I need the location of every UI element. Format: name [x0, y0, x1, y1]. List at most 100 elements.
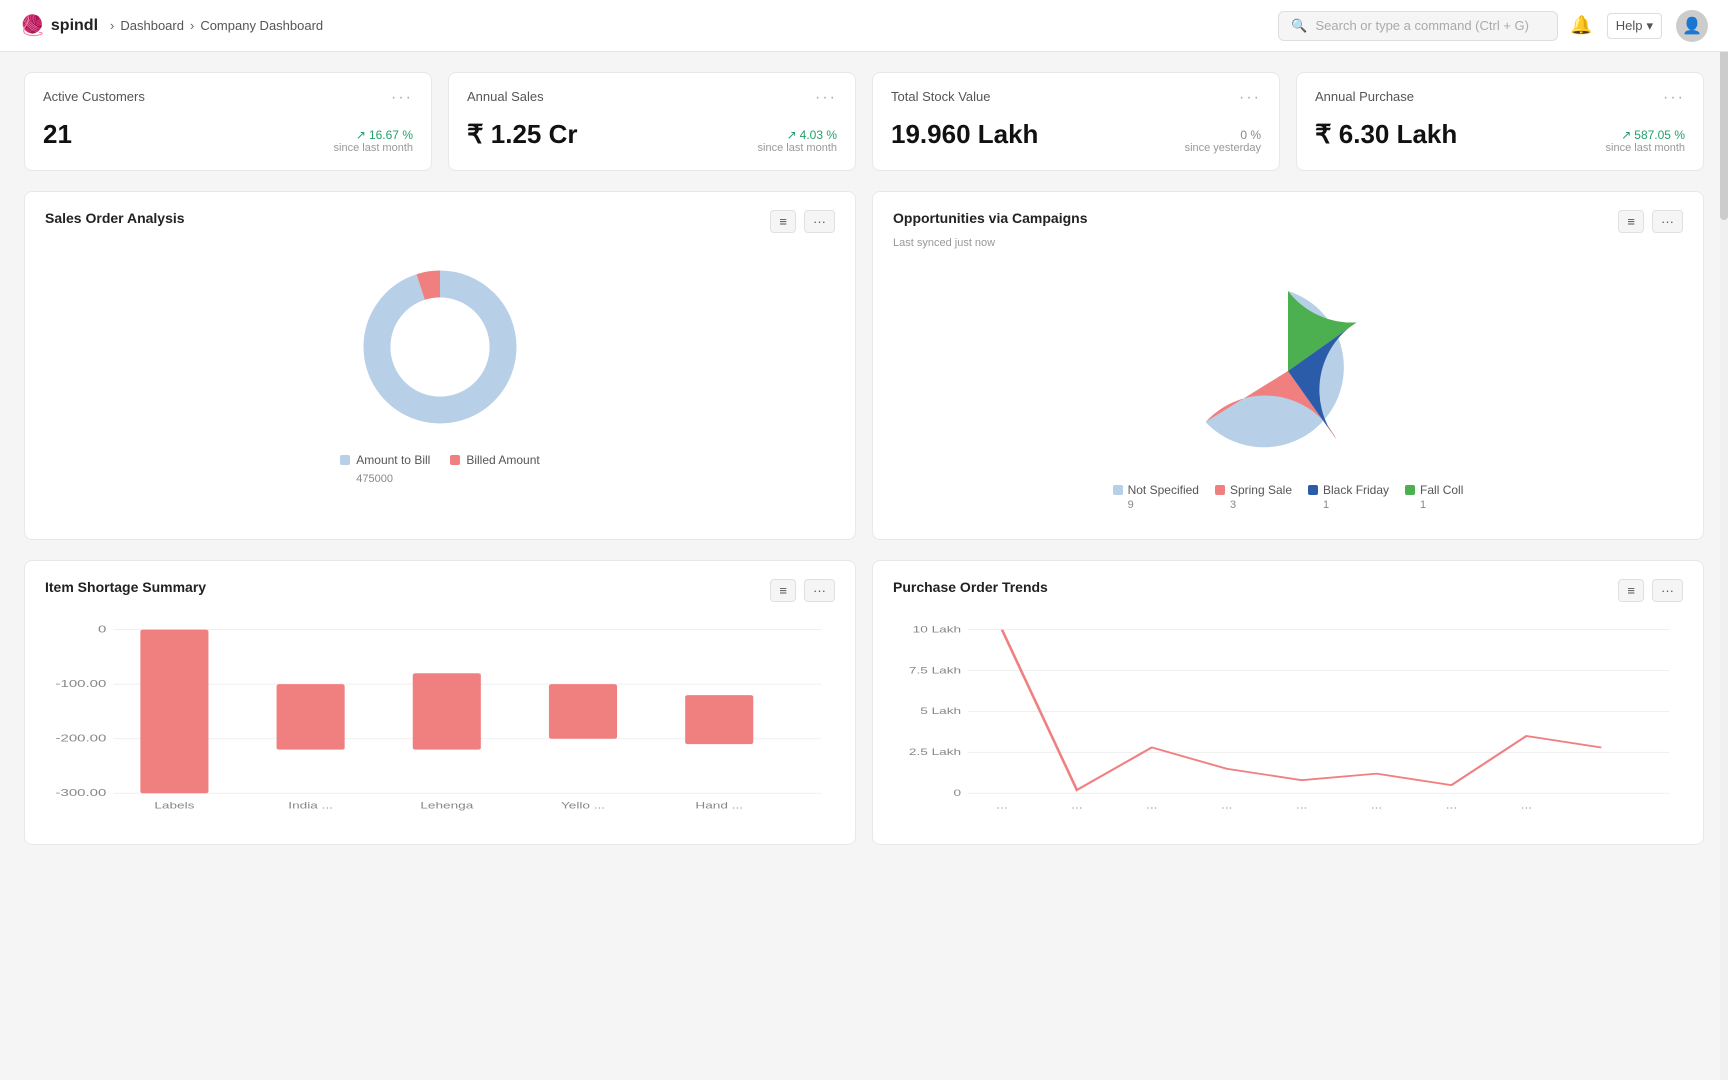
legend-value-amount: 475000	[356, 473, 393, 485]
search-bar[interactable]: 🔍 Search or type a command (Ctrl + G)	[1278, 11, 1558, 41]
svg-text:Hand ...: Hand ...	[695, 802, 743, 811]
svg-text:India ...: India ...	[288, 802, 333, 811]
more-button-shortage[interactable]: ···	[804, 579, 835, 602]
more-button-sales[interactable]: ···	[804, 210, 835, 233]
donut-legend: Amount to Bill 475000 Billed Amount	[340, 453, 539, 485]
kpi-menu-3[interactable]: ···	[1663, 89, 1685, 107]
more-button-purchase[interactable]: ···	[1652, 579, 1683, 602]
opps-chart-title: Opportunities via Campaigns	[893, 210, 1087, 226]
svg-text:...: ...	[1146, 802, 1157, 811]
svg-text:5 Lakh: 5 Lakh	[920, 707, 961, 716]
pie-legend-black-friday: Black Friday 1	[1308, 483, 1389, 511]
svg-text:2.5 Lakh: 2.5 Lakh	[909, 748, 961, 757]
kpi-title-1: Annual Sales	[467, 89, 544, 104]
kpi-change-1: ↗ 4.03 %	[787, 128, 837, 142]
svg-text:-100.00: -100.00	[56, 677, 107, 689]
notification-bell-icon[interactable]: 🔔	[1570, 15, 1592, 36]
help-label: Help	[1616, 18, 1643, 33]
brand-name: spindl	[51, 17, 98, 35]
legend-item-amount-to-bill: Amount to Bill 475000	[340, 453, 430, 485]
search-placeholder: Search or type a command (Ctrl + G)	[1315, 18, 1529, 33]
legend-item-billed-amount: Billed Amount	[450, 453, 539, 485]
opportunities-panel: Opportunities via Campaigns ≡ ··· Last s…	[872, 191, 1704, 540]
pie-chart-svg	[1188, 271, 1388, 471]
avatar[interactable]: 👤	[1676, 10, 1708, 42]
svg-text:...: ...	[1446, 802, 1457, 811]
pie-legend-fall-coll: Fall Coll 1	[1405, 483, 1463, 511]
filter-button-opps[interactable]: ≡	[1618, 210, 1644, 233]
kpi-value-3: ₹ 6.30 Lakh	[1315, 119, 1457, 150]
filter-button-sales[interactable]: ≡	[770, 210, 796, 233]
line-chart-polyline	[1002, 630, 1601, 790]
kpi-menu-0[interactable]: ···	[391, 89, 413, 107]
kpi-since-1: since last month	[758, 142, 837, 154]
first-chart-row: Sales Order Analysis ≡ ···	[24, 191, 1704, 540]
breadcrumb-sep: ›	[110, 18, 114, 33]
svg-text:Labels: Labels	[154, 802, 194, 811]
kpi-card-annual-purchase: Annual Purchase ··· ₹ 6.30 Lakh ↗ 587.05…	[1296, 72, 1704, 171]
kpi-card-total-stock: Total Stock Value ··· 19.960 Lakh 0 % si…	[872, 72, 1280, 171]
kpi-menu-1[interactable]: ···	[815, 89, 837, 107]
kpi-change-3: ↗ 587.05 %	[1621, 128, 1685, 142]
svg-text:-300.00: -300.00	[56, 787, 107, 799]
breadcrumb-item-dashboard[interactable]: Dashboard	[120, 18, 184, 33]
brand-logo[interactable]: 🧶 spindl	[20, 13, 98, 38]
pie-label-0: Not Specified	[1128, 483, 1199, 497]
kpi-title-0: Active Customers	[43, 89, 145, 104]
svg-text:0: 0	[98, 623, 106, 635]
donut-chart-container: Amount to Bill 475000 Billed Amount	[45, 237, 835, 495]
kpi-since-0: since last month	[334, 142, 413, 154]
filter-button-shortage[interactable]: ≡	[770, 579, 796, 602]
kpi-value-0: 21	[43, 119, 72, 150]
svg-text:-200.00: -200.00	[56, 732, 107, 744]
legend-label-amount: Amount to Bill	[356, 453, 430, 467]
kpi-value-1: ₹ 1.25 Cr	[467, 119, 578, 150]
kpi-menu-2[interactable]: ···	[1239, 89, 1261, 107]
legend-label-billed: Billed Amount	[466, 453, 539, 467]
pie-legend-not-specified: Not Specified 9	[1113, 483, 1199, 511]
svg-text:...: ...	[1296, 802, 1307, 811]
main-content: Active Customers ··· 21 ↗ 16.67 % since …	[0, 52, 1728, 885]
kpi-card-active-customers: Active Customers ··· 21 ↗ 16.67 % since …	[24, 72, 432, 171]
pie-dot-1	[1215, 485, 1225, 495]
up-arrow-icon: ↗	[356, 128, 366, 142]
pie-legend: Not Specified 9 Spring Sale 3	[1113, 483, 1464, 511]
more-button-opps[interactable]: ···	[1652, 210, 1683, 233]
filter-button-purchase[interactable]: ≡	[1618, 579, 1644, 602]
pie-legend-spring-sale: Spring Sale 3	[1215, 483, 1292, 511]
scrollbar-track[interactable]	[1720, 0, 1728, 1080]
pie-count-0: 9	[1128, 499, 1134, 511]
svg-text:0: 0	[954, 789, 962, 798]
search-icon: 🔍	[1291, 18, 1307, 34]
help-button[interactable]: Help ▾	[1607, 13, 1662, 39]
line-chart-area: 10 Lakh 7.5 Lakh 5 Lakh 2.5 Lakh 0 ... .…	[893, 606, 1683, 826]
pie-label-3: Fall Coll	[1420, 483, 1463, 497]
pie-chart-container: Not Specified 9 Spring Sale 3	[893, 261, 1683, 521]
kpi-card-annual-sales: Annual Sales ··· ₹ 1.25 Cr ↗ 4.03 % sinc…	[448, 72, 856, 171]
pie-count-2: 1	[1323, 499, 1329, 511]
sales-chart-title: Sales Order Analysis	[45, 210, 185, 226]
svg-text:Lehenga: Lehenga	[420, 802, 474, 811]
pie-label-2: Black Friday	[1323, 483, 1389, 497]
pie-label-1: Spring Sale	[1230, 483, 1292, 497]
bar-chart-svg: 0 -100.00 -200.00 -300.00 Labels India .	[45, 616, 835, 816]
breadcrumb-sep2: ›	[190, 18, 194, 33]
kpi-title-2: Total Stock Value	[891, 89, 990, 104]
svg-text:...: ...	[1071, 802, 1082, 811]
kpi-value-2: 19.960 Lakh	[891, 119, 1038, 150]
kpi-change-2: 0 %	[1240, 128, 1261, 142]
purchase-chart-title: Purchase Order Trends	[893, 579, 1048, 595]
line-chart-svg: 10 Lakh 7.5 Lakh 5 Lakh 2.5 Lakh 0 ... .…	[893, 616, 1683, 816]
second-chart-row: Item Shortage Summary ≡ ··· 0 -100.00 -2…	[24, 560, 1704, 845]
opps-subtitle: Last synced just now	[893, 237, 1683, 249]
item-shortage-panel: Item Shortage Summary ≡ ··· 0 -100.00 -2…	[24, 560, 856, 845]
kpi-title-3: Annual Purchase	[1315, 89, 1414, 104]
shortage-chart-title: Item Shortage Summary	[45, 579, 206, 595]
kpi-change-0: ↗ 16.67 %	[356, 128, 413, 142]
breadcrumb-item-company[interactable]: Company Dashboard	[200, 18, 323, 33]
pie-count-3: 1	[1420, 499, 1426, 511]
svg-text:...: ...	[996, 802, 1007, 811]
pie-dot-0	[1113, 485, 1123, 495]
kpi-since-2: since yesterday	[1185, 142, 1261, 154]
svg-text:...: ...	[1521, 802, 1532, 811]
